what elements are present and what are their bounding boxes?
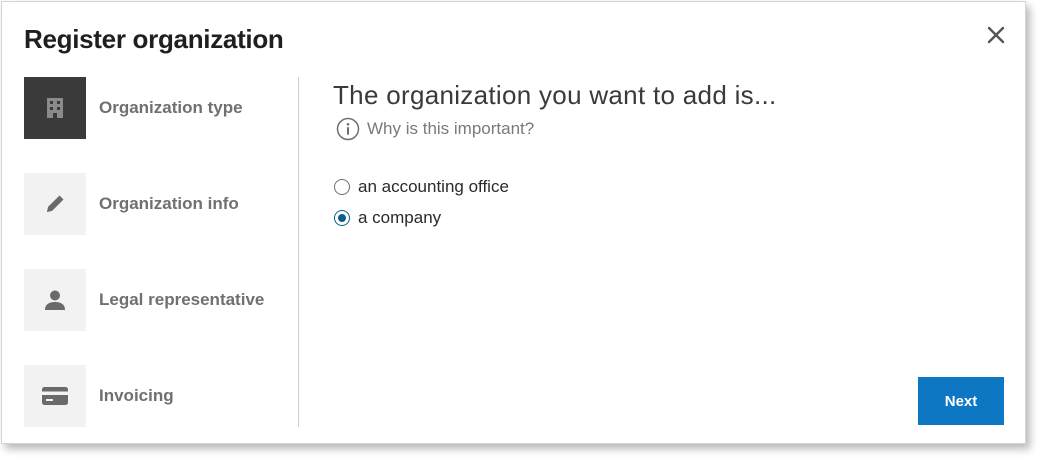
close-icon	[987, 26, 1005, 44]
option-accounting-office[interactable]: an accounting office	[333, 171, 1013, 202]
step-label: Legal representative	[99, 290, 265, 309]
organization-type-options: an accounting office a company	[333, 171, 1013, 233]
steps-sidebar: Organization type Organization info Lega…	[24, 77, 299, 427]
info-icon	[336, 117, 360, 141]
option-label: an accounting office	[358, 176, 509, 196]
person-icon	[45, 290, 65, 310]
main-content: The organization you want to add is... W…	[333, 77, 1013, 233]
dialog-title: Register organization	[24, 24, 284, 54]
step-legal-representative[interactable]: Legal representative	[24, 269, 284, 331]
next-button[interactable]: Next	[918, 377, 1004, 425]
option-label: a company	[358, 207, 442, 227]
radio-accounting-office[interactable]	[334, 178, 350, 195]
step-label: Invoicing	[99, 386, 174, 405]
step-organization-type[interactable]: Organization type	[24, 77, 284, 139]
radio-company[interactable]	[334, 209, 350, 226]
option-company[interactable]: a company	[333, 202, 1013, 233]
close-button[interactable]	[985, 24, 1007, 46]
question-heading: The organization you want to add is...	[333, 80, 777, 110]
step-organization-info[interactable]: Organization info	[24, 173, 284, 235]
pencil-icon	[47, 195, 64, 212]
why-important-link[interactable]: Why is this important?	[336, 117, 1013, 141]
step-label: Organization info	[99, 194, 239, 213]
register-organization-dialog: Register organization Organization type	[1, 1, 1026, 444]
step-invoicing[interactable]: Invoicing	[24, 365, 284, 427]
why-important-label: Why is this important?	[367, 119, 535, 138]
step-label: Organization type	[99, 98, 243, 117]
credit-card-icon	[42, 387, 68, 405]
building-icon	[47, 98, 63, 118]
